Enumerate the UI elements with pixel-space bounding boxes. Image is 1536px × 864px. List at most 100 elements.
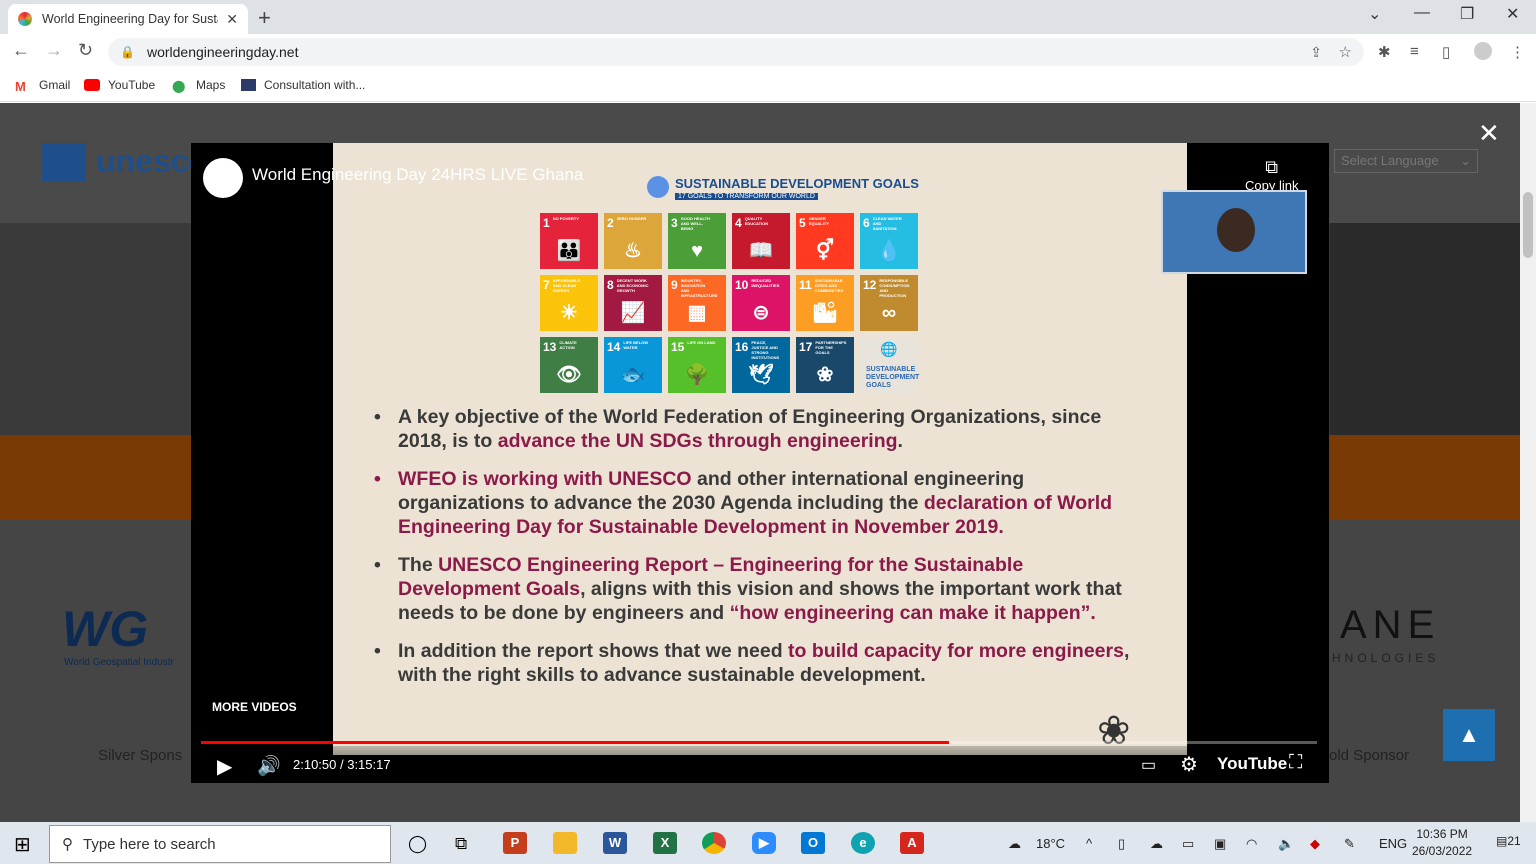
bookmark-gmail[interactable]: M Gmail [15, 78, 70, 94]
sdg-glyph-icon: 💧 [876, 240, 902, 262]
wifi-icon[interactable]: ◠ [1246, 836, 1257, 852]
fullscreen-icon[interactable]: ⛶ [1289, 752, 1302, 774]
reload-icon[interactable]: ↻ [78, 40, 93, 61]
sdg-glyph-icon: 🌳 [684, 364, 710, 386]
bookmark-consultation[interactable]: Consultation with... [241, 78, 365, 92]
word-icon[interactable]: W [603, 832, 627, 854]
video-player[interactable]: SUSTAINABLE DEVELOPMENT GOALS 17 GOALS T… [191, 143, 1329, 783]
windows-start-icon[interactable]: ⊞ [14, 832, 31, 857]
powerpoint-icon[interactable]: P [503, 832, 527, 854]
temperature[interactable]: 18°C [1036, 836, 1065, 851]
more-videos-button[interactable]: MORE VIDEOS [212, 700, 297, 714]
zoom-icon[interactable]: ▶ [752, 832, 776, 854]
forward-icon[interactable]: → [45, 40, 63, 61]
sdg-tile: SUSTAINABLE DEVELOPMENT GOALS 🌐 [860, 337, 919, 393]
sdg-number: 3 [671, 216, 678, 230]
outlook-icon[interactable]: O [801, 832, 825, 854]
notification-count: 21 [1507, 834, 1521, 848]
presentation-slide: SUSTAINABLE DEVELOPMENT GOALS 17 GOALS T… [333, 143, 1187, 755]
share-icon[interactable]: ⇪ [1310, 44, 1322, 61]
browser-tab[interactable]: World Engineering Day for Sustainable De… [8, 4, 248, 34]
channel-avatar[interactable] [203, 158, 243, 198]
language-select[interactable]: Select Language ⌄ [1334, 149, 1478, 173]
progress-played[interactable] [201, 741, 949, 744]
bookmark-maps[interactable]: ⬤ Maps [172, 78, 225, 93]
hero-image [1330, 223, 1520, 435]
sdg-number: 4 [735, 216, 742, 230]
language-indicator[interactable]: ENG [1379, 836, 1407, 851]
partner-logo: ANE [1340, 603, 1441, 647]
menu-kebab-icon[interactable]: ⋮ [1510, 43, 1525, 61]
media-control-icon[interactable]: ≡ [1410, 43, 1419, 60]
sdg-number: 10 [735, 278, 749, 292]
sdg-tile: 14 LIFE BELOW WATER 🐟 [604, 337, 662, 393]
volume-icon[interactable]: 🔊 [257, 754, 281, 778]
task-view-icon[interactable]: ⧉ [455, 834, 467, 854]
slide-bullets: • A key objective of the World Federation… [374, 405, 1146, 701]
bookmark-label: YouTube [108, 78, 156, 92]
bookmark-star-icon[interactable]: ☆ [1339, 43, 1352, 61]
window-close-icon[interactable]: ✕ [1506, 4, 1519, 24]
slide-bullet: • The UNESCO Engineering Report – Enginee… [374, 553, 1146, 625]
clock-date: 26/03/2022 [1412, 844, 1473, 858]
chrome-icon[interactable] [702, 832, 726, 854]
wg-logo-subtitle: World Geospatial Industr [64, 657, 174, 668]
lightbox-close-icon[interactable]: ✕ [1478, 118, 1500, 149]
sdg-tile: 17 PARTNERSHIPS FOR THE GOALS ❀ [796, 337, 854, 393]
youtube-logo[interactable]: YouTube [1217, 754, 1287, 774]
dropbox-icon[interactable]: ◆ [1310, 836, 1320, 852]
sdg-label: GENDER EQUALITY [808, 216, 829, 226]
subtitles-icon[interactable]: ▭ [1141, 755, 1156, 775]
address-bar[interactable]: 🔒 worldengineeringday.net ⇪ ☆ [108, 38, 1364, 66]
restore-icon[interactable]: ❐ [1460, 4, 1474, 24]
onedrive-icon[interactable]: ☁ [1150, 836, 1163, 852]
file-explorer-icon[interactable] [553, 832, 577, 854]
acrobat-icon[interactable]: A [900, 832, 924, 854]
sdg-tile: 4 QUALITY EDUCATION 📖 [732, 213, 790, 269]
tab-close-icon[interactable]: ✕ [226, 11, 238, 28]
profile-avatar-icon[interactable] [1474, 42, 1492, 60]
battery-icon[interactable]: ▭ [1182, 836, 1194, 852]
sdg-glyph-icon: 📖 [748, 240, 774, 262]
copy-link-button[interactable]: ⧉ Copy link [1245, 157, 1298, 193]
video-title[interactable]: World Engineering Day 24HRS LIVE Ghana [252, 165, 583, 185]
sdg-number: 15 [671, 340, 685, 354]
sdg-label: LIFE ON LAND [687, 340, 716, 345]
pen-icon[interactable]: ✎ [1344, 836, 1355, 852]
settings-gear-icon[interactable]: ⚙ [1180, 752, 1198, 777]
device-icon[interactable]: ▯ [1118, 836, 1125, 852]
edge-icon[interactable]: e [851, 832, 875, 854]
arrow-up-icon: ▲ [1458, 722, 1480, 747]
sdg-number: 2 [607, 216, 614, 230]
minimize-icon[interactable]: — [1414, 4, 1430, 22]
clock-time: 10:36 PM [1416, 827, 1468, 841]
speaker-icon[interactable]: 🔈 [1278, 836, 1294, 852]
back-icon[interactable]: ← [12, 40, 30, 61]
notifications-button[interactable]: ▤21 [1496, 834, 1521, 848]
gmail-icon: M [15, 79, 26, 94]
side-panel-icon[interactable]: ▯ [1442, 43, 1450, 61]
bookmark-youtube[interactable]: YouTube [84, 78, 155, 92]
sdg-tile: 10 REDUCED INEQUALITIES ⊜ [732, 275, 790, 331]
wg-logo: WG [62, 601, 149, 657]
sdg-label: INDUSTRY, INNOVATION AND INFRASTRUCTURE [680, 278, 718, 298]
scrollbar-thumb[interactable] [1523, 192, 1533, 258]
sdg-label: REDUCED INEQUALITIES [751, 278, 780, 288]
weather-icon[interactable]: ☁ [1008, 836, 1021, 852]
taskbar-search[interactable]: ⚲ Type here to search [49, 825, 391, 863]
show-hidden-icons[interactable]: ^ [1086, 836, 1092, 851]
system-clock[interactable]: 10:36 PM 26/03/2022 [1412, 826, 1472, 860]
new-tab-icon[interactable]: + [258, 5, 271, 31]
extensions-icon[interactable]: ✱ [1378, 43, 1391, 61]
tab-search-chevron-icon[interactable]: ⌄ [1368, 4, 1381, 24]
play-icon[interactable]: ▶ [217, 754, 232, 779]
excel-icon[interactable]: X [653, 832, 677, 854]
sdg-tile: 5 GENDER EQUALITY ⚥ [796, 213, 854, 269]
back-to-top-button[interactable]: ▲ [1443, 709, 1495, 761]
display-icon[interactable]: ▣ [1214, 836, 1226, 852]
cortana-icon[interactable]: ◯ [408, 834, 427, 854]
sdg-number: 5 [799, 216, 806, 230]
lock-icon[interactable]: 🔒 [120, 45, 135, 59]
sdg-glyph-icon: ♨ [624, 240, 642, 262]
sdg-label: DECENT WORK AND ECONOMIC GROWTH [616, 278, 649, 293]
